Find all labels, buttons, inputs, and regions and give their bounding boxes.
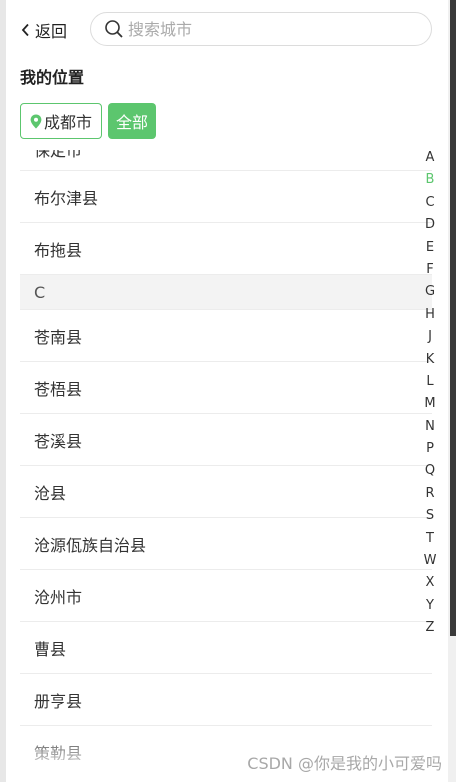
list-item[interactable]: 布尔津县	[20, 171, 432, 223]
scrollbar-thumb[interactable]	[450, 0, 456, 636]
index-letter-y[interactable]: Y	[418, 595, 442, 617]
back-label: 返回	[35, 22, 68, 41]
index-letter-g[interactable]: G	[418, 281, 442, 303]
index-letter-s[interactable]: S	[418, 505, 442, 527]
list-item[interactable]: 保定市	[20, 150, 432, 171]
search-input[interactable]	[126, 18, 410, 40]
list-item[interactable]: 苍梧县	[20, 362, 432, 414]
search-icon	[105, 20, 123, 38]
index-letter-c[interactable]: C	[418, 192, 442, 214]
index-letter-z[interactable]: Z	[418, 617, 442, 639]
group-header-c: C	[20, 275, 432, 310]
city-list[interactable]: 保定市 布尔津县 布拖县 C 苍南县 苍梧县 苍溪县 沧县 沧源佤族自治县 沧州…	[20, 150, 432, 760]
header: 返回	[0, 0, 448, 58]
list-item[interactable]: 册亨县	[20, 674, 432, 726]
chevron-left-icon	[21, 23, 29, 37]
index-letter-x[interactable]: X	[418, 572, 442, 594]
index-letter-t[interactable]: T	[418, 528, 442, 550]
back-button[interactable]: 返回	[20, 16, 67, 44]
index-letter-b[interactable]: B	[418, 169, 442, 191]
alphabet-index[interactable]: A B C D E F G H J K L M N P Q R S T W X …	[418, 147, 442, 640]
location-title: 我的位置	[20, 68, 85, 87]
index-letter-l[interactable]: L	[418, 371, 442, 393]
index-letter-m[interactable]: M	[418, 393, 442, 415]
index-letter-r[interactable]: R	[418, 483, 442, 505]
index-letter-h[interactable]: H	[418, 304, 442, 326]
index-letter-n[interactable]: N	[418, 416, 442, 438]
index-letter-e[interactable]: E	[418, 237, 442, 259]
list-item[interactable]: 曹县	[20, 622, 432, 674]
index-letter-f[interactable]: F	[418, 259, 442, 281]
list-item[interactable]: 布拖县	[20, 223, 432, 275]
location-pin-icon	[30, 114, 42, 128]
index-letter-w[interactable]: W	[418, 550, 442, 572]
search-box[interactable]	[90, 12, 432, 46]
list-item[interactable]: 苍溪县	[20, 414, 432, 466]
index-letter-j[interactable]: J	[418, 326, 442, 348]
list-item[interactable]: 沧源佤族自治县	[20, 518, 432, 570]
all-cities-button[interactable]: 全部	[108, 103, 156, 139]
list-item[interactable]: 苍南县	[20, 310, 432, 362]
index-letter-q[interactable]: Q	[418, 460, 442, 482]
index-letter-k[interactable]: K	[418, 349, 442, 371]
current-city-button[interactable]: 成都市	[20, 103, 102, 139]
list-item[interactable]: 沧县	[20, 466, 432, 518]
left-edge	[0, 0, 6, 782]
current-city-label: 成都市	[44, 113, 93, 132]
index-letter-p[interactable]: P	[418, 438, 442, 460]
list-item[interactable]: 沧州市	[20, 570, 432, 622]
index-letter-a[interactable]: A	[418, 147, 442, 169]
index-letter-d[interactable]: D	[418, 214, 442, 236]
watermark: CSDN @你是我的小可爱吗	[247, 754, 442, 773]
